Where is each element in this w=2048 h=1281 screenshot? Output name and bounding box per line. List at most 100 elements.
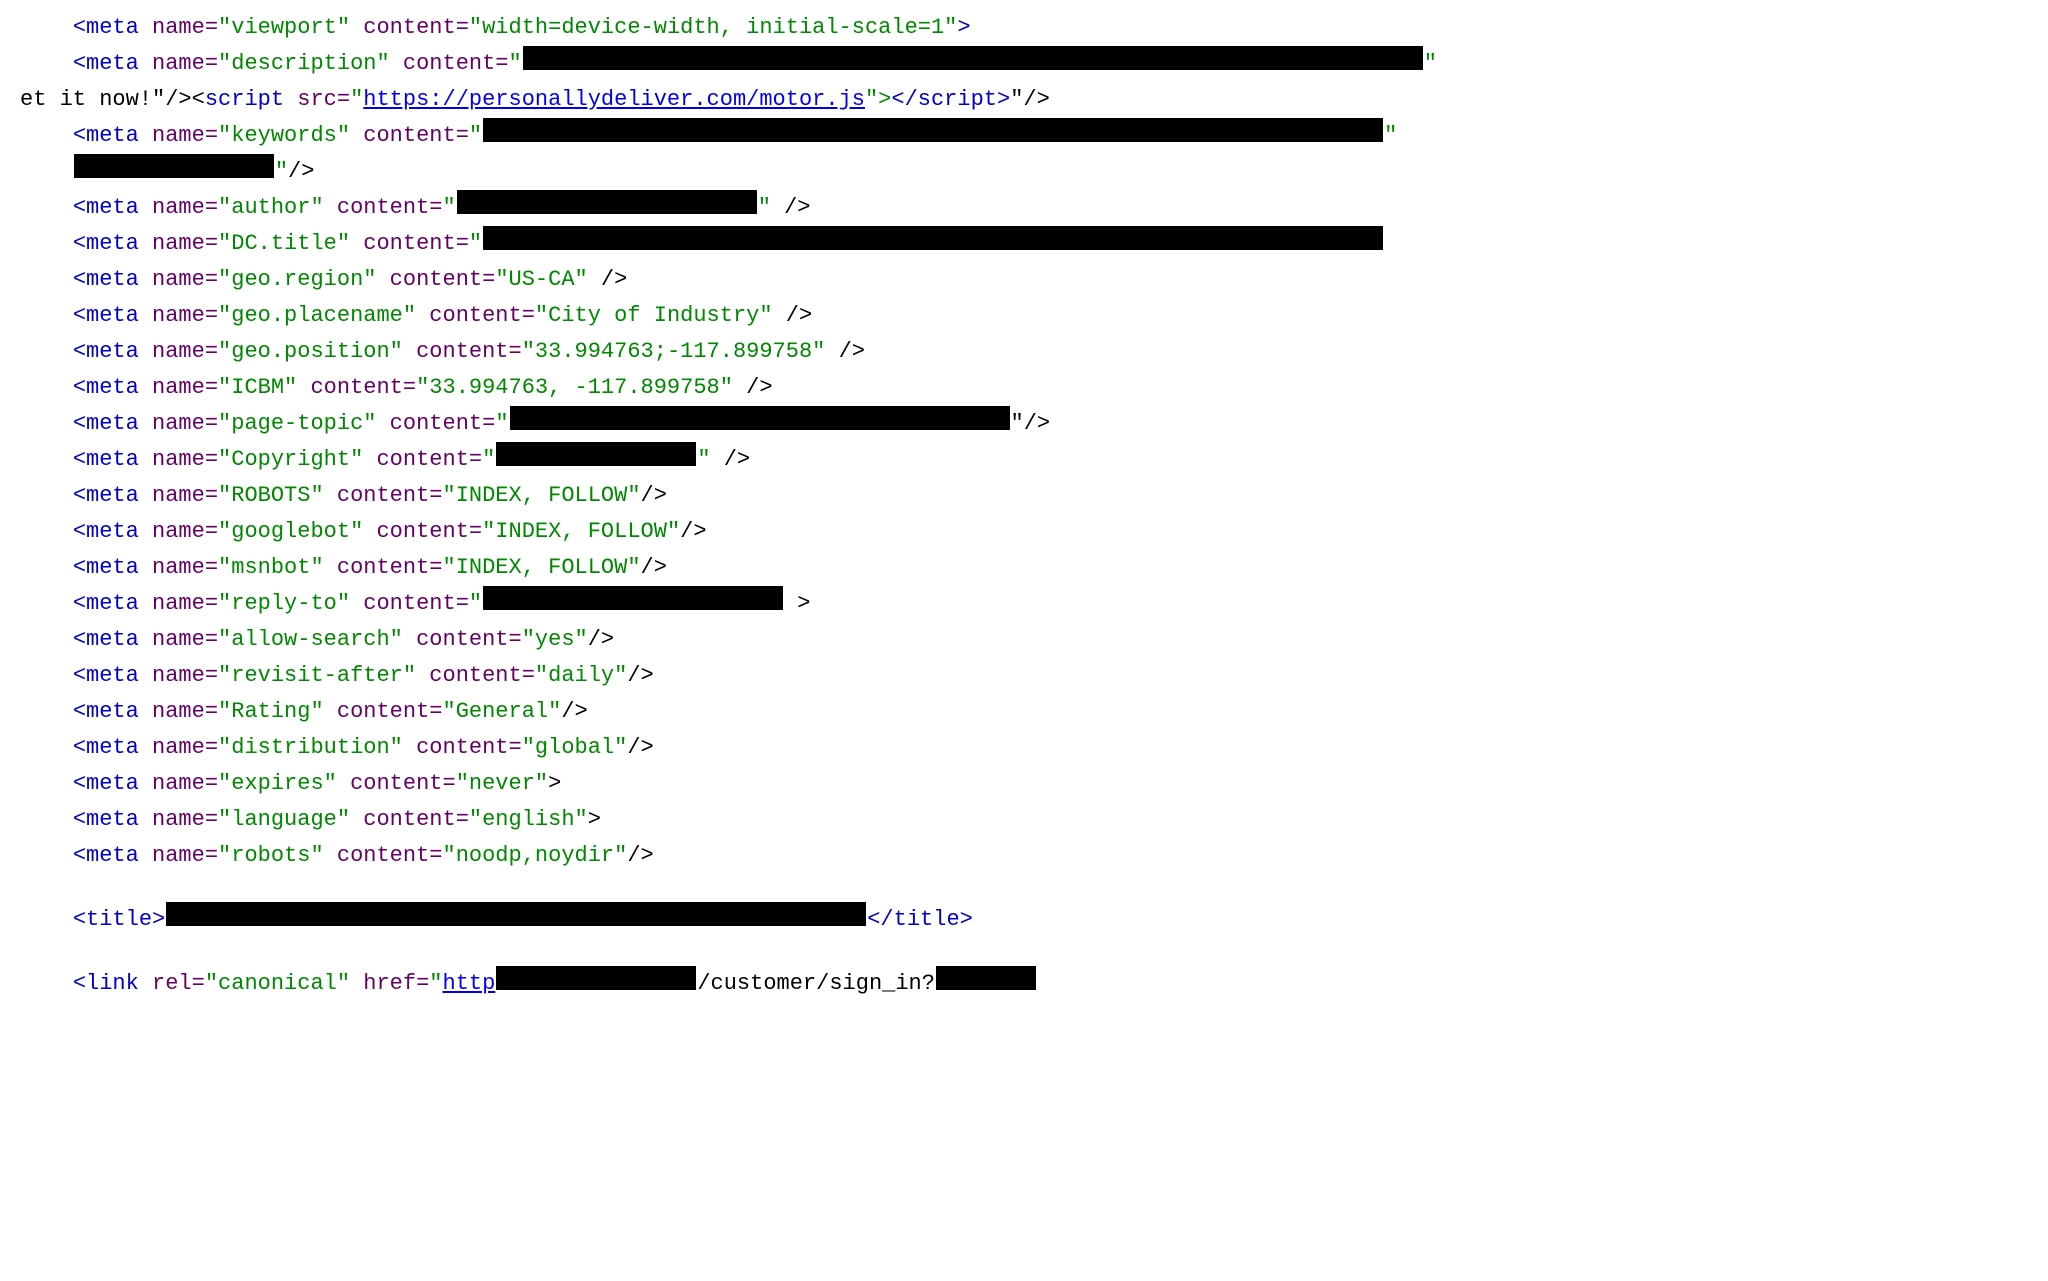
tag-bracket: < [73,514,86,549]
tag-name: meta [86,118,139,153]
attr-value: " [275,154,288,189]
indent: et it now!"/>< [20,82,205,117]
tag-bracket: < [73,406,86,441]
tag-name: meta [86,190,139,225]
attr-name: name= [139,118,218,153]
code-text: /> [641,550,667,585]
attr-value: "author" [218,190,324,225]
redacted-content [483,586,783,610]
attr-value: " [429,966,442,1001]
code-line: <meta name="expires" content="never"> [20,766,2028,802]
attr-value: "expires" [218,766,337,801]
code-text: "/> [1011,406,1051,441]
indent [20,298,73,333]
attr-name: name= [139,766,218,801]
attr-name: name= [139,370,218,405]
attr-name: name= [139,262,218,297]
indent [20,370,73,405]
attr-value: "33.994763, -117.899758" [416,370,733,405]
indent [20,442,73,477]
tag-name: meta [86,694,139,729]
attr-value: " [443,190,456,225]
tag-bracket: < [73,298,86,333]
code-text: /> [733,370,773,405]
tag-name: meta [86,550,139,585]
code-line: <title> </title> [20,902,2028,938]
code-view: <meta name="viewport" content="width=dev… [20,10,2028,1002]
tag-name: title [894,902,960,937]
code-text: /> [771,190,811,225]
redacted-content [483,118,1383,142]
attr-value: "geo.placename" [218,298,416,333]
link-text[interactable]: https://personallydeliver.com/motor.js [363,82,865,117]
code-line: "/> [20,154,2028,190]
attr-value: "never" [456,766,548,801]
tag-name: meta [86,514,139,549]
tag-name: script [918,82,997,117]
tag-bracket: < [73,966,86,1001]
tag-bracket: < [73,622,86,657]
indent [20,478,73,513]
link-text[interactable]: http [443,966,496,1001]
tag-bracket: </ [891,82,917,117]
attr-name: name= [139,478,218,513]
code-line: <link rel="canonical" href="http /custom… [20,966,2028,1002]
redacted-content [496,442,696,466]
attr-name: name= [139,586,218,621]
attr-value: " [469,118,482,153]
attr-value: "robots" [218,838,324,873]
attr-value: "DC.title" [218,226,350,261]
attr-name: name= [139,802,218,837]
attr-name: content= [350,118,469,153]
attr-name: content= [363,442,482,477]
code-text: /> [680,514,706,549]
tag-name: meta [86,622,139,657]
tag-bracket: < [73,902,86,937]
attr-value: "General" [443,694,562,729]
attr-name: rel= [139,966,205,1001]
attr-name: content= [376,262,495,297]
code-line: <meta name="revisit-after" content="dail… [20,658,2028,694]
attr-name: content= [403,334,522,369]
code-text: > [784,586,810,621]
tag-name: meta [86,478,139,513]
attr-name: content= [350,10,469,45]
tag-bracket: < [73,766,86,801]
attr-value: " [1384,118,1397,153]
code-line: <meta name="geo.placename" content="City… [20,298,2028,334]
tag-bracket: > [152,902,165,937]
attr-value: " [758,190,771,225]
indent [20,766,73,801]
code-line: <meta name="Copyright" content=" " /> [20,442,2028,478]
tag-name: meta [86,730,139,765]
redacted-content [510,406,1010,430]
attr-name: content= [403,730,522,765]
attr-value: "language" [218,802,350,837]
tag-bracket: < [73,370,86,405]
attr-name: name= [139,730,218,765]
code-line: <meta name="page-topic" content=" "/> [20,406,2028,442]
attr-value: "global" [522,730,628,765]
code-text: > [588,802,601,837]
redacted-content [74,154,274,178]
code-text: > [548,766,561,801]
indent [20,622,73,657]
code-line: <meta name="allow-search" content="yes"/… [20,622,2028,658]
attr-name: content= [297,370,416,405]
code-text: /> [641,478,667,513]
attr-value: "keywords" [218,118,350,153]
indent [20,10,73,45]
tag-name: meta [86,766,139,801]
attr-name: name= [139,694,218,729]
code-line: <meta name="description" content=" " [20,46,2028,82]
tag-bracket: < [73,442,86,477]
tag-bracket: </ [867,902,893,937]
tag-bracket: > [957,10,970,45]
attr-name: content= [337,766,456,801]
code-text: /> [561,694,587,729]
indent [20,262,73,297]
tag-name: link [86,966,139,1001]
attr-value: "daily" [535,658,627,693]
indent [20,406,73,441]
indent [20,334,73,369]
